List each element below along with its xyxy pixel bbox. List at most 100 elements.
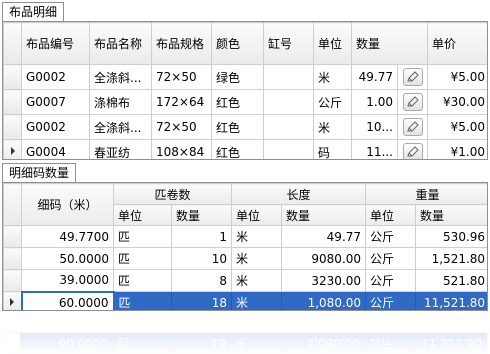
cell-color[interactable]: 红色: [211, 89, 264, 115]
cell-color[interactable]: 红色: [211, 139, 264, 159]
cell-length-qty[interactable]: 1,080.00: [281, 291, 367, 310]
cell-unit-price[interactable]: ¥1.00: [427, 139, 487, 159]
cell-length-unit[interactable]: 米: [231, 247, 283, 270]
cell-vat-number[interactable]: [263, 139, 314, 159]
detail-code-row[interactable]: 60.0000 匹 18 米 1,080.00 公斤 11,521.80: [3, 290, 487, 310]
cell-code-meters[interactable]: 50.0000: [21, 247, 114, 270]
row-indicator[interactable]: [3, 291, 22, 310]
fabric-row[interactable]: G0007 涤棉布 172×64 红色 公斤 1.00 ¥30.00: [3, 89, 487, 115]
cell-quantity[interactable]: 49.77: [351, 64, 398, 90]
header-weight[interactable]: 重量: [365, 183, 487, 205]
cell-fabric-code[interactable]: G0002: [21, 114, 90, 140]
cell-length-unit[interactable]: 米: [231, 225, 283, 248]
cell-color[interactable]: 红色: [211, 114, 264, 140]
row-indicator[interactable]: [3, 139, 22, 159]
cell-fabric-spec[interactable]: 172×64: [151, 89, 212, 115]
cell-length-unit[interactable]: 米: [231, 291, 283, 310]
cell-length-qty[interactable]: 3230.00: [281, 269, 367, 292]
header-vat-number[interactable]: 缸号: [263, 22, 314, 65]
header-rolls-qty[interactable]: 数量: [170, 204, 233, 226]
edit-quantity-button[interactable]: [402, 143, 423, 159]
cell-roll-qty[interactable]: 8: [170, 269, 233, 292]
cell-weight-qty[interactable]: 530.96: [415, 225, 487, 248]
row-indicator[interactable]: [3, 269, 22, 292]
cell-unit-price[interactable]: ¥5.00: [427, 64, 487, 90]
cell-code-meters[interactable]: 49.7700: [21, 225, 114, 248]
cell-fabric-code[interactable]: G0004: [21, 139, 90, 159]
row-indicator[interactable]: [3, 89, 22, 115]
cell-fabric-spec[interactable]: 108×84: [151, 139, 212, 159]
header-fabric-spec[interactable]: 布品规格: [151, 22, 212, 65]
row-indicator[interactable]: [3, 225, 22, 248]
header-length-qty[interactable]: 数量: [281, 204, 367, 226]
cell-unit-price[interactable]: ¥30.00: [427, 89, 487, 115]
detail-code-row[interactable]: 50.0000 匹 10 米 9080.00 公斤 1,521.80: [3, 247, 487, 270]
header-weight-unit[interactable]: 单位: [365, 204, 417, 226]
cell-fabric-code[interactable]: G0007: [21, 89, 90, 115]
tab-fabric-detail[interactable]: 布品明细: [2, 2, 64, 22]
cell-fabric-code[interactable]: G0002: [21, 64, 90, 90]
cell-fabric-name[interactable]: 春亚纺: [89, 139, 152, 159]
header-weight-qty[interactable]: 数量: [415, 204, 487, 226]
cell-fabric-spec[interactable]: 72×50: [151, 114, 212, 140]
cell-fabric-name[interactable]: 全涤斜...: [89, 64, 152, 90]
cell-roll-qty[interactable]: 10: [170, 247, 233, 270]
tab-detail-code-quantity[interactable]: 明细码数量: [2, 163, 76, 183]
detail-code-row[interactable]: 39.0000 匹 8 米 3230.00 公斤 521.80: [3, 269, 487, 292]
cell-roll-qty[interactable]: 18: [170, 291, 233, 310]
cell-roll-unit[interactable]: 匹: [113, 247, 172, 270]
cell-roll-unit[interactable]: 匹: [113, 291, 172, 310]
cell-quantity[interactable]: 10...: [351, 114, 398, 140]
cell-quantity[interactable]: 1.00: [351, 89, 398, 115]
cell-fabric-spec[interactable]: 72×50: [151, 64, 212, 90]
edit-quantity-button[interactable]: [402, 118, 423, 136]
header-length[interactable]: 长度: [231, 183, 367, 205]
cell-unit[interactable]: 码: [313, 139, 352, 159]
cell-weight-qty[interactable]: 521.80: [415, 269, 487, 292]
cell-weight-qty[interactable]: 1,521.80: [415, 247, 487, 270]
cell-vat-number[interactable]: [263, 64, 314, 90]
cell-length-qty[interactable]: 9080.00: [281, 247, 367, 270]
cell-fabric-name[interactable]: 涤棉布: [89, 89, 152, 115]
row-indicator[interactable]: [3, 114, 22, 140]
cell-fabric-name[interactable]: 全涤斜...: [89, 114, 152, 140]
edit-quantity-button[interactable]: [402, 68, 423, 86]
cell-weight-unit[interactable]: 公斤: [365, 247, 417, 270]
header-unit-price[interactable]: 单价: [427, 22, 487, 65]
header-rolls-unit[interactable]: 单位: [113, 204, 172, 226]
cell-color[interactable]: 绿色: [211, 64, 264, 90]
cell-code-meters[interactable]: 39.0000: [21, 269, 114, 292]
cell-unit[interactable]: 公斤: [313, 89, 352, 115]
header-quantity[interactable]: 数量: [350, 22, 429, 65]
header-unit[interactable]: 单位: [313, 22, 352, 65]
detail-code-row[interactable]: 49.7700 匹 1 米 49.77 公斤 530.96: [3, 225, 487, 248]
cell-weight-unit[interactable]: 公斤: [365, 291, 417, 310]
fabric-row[interactable]: G0002 全涤斜... 72×50 绿色 米 49.77 ¥5.00: [3, 64, 487, 90]
cell-unit-price[interactable]: ¥5.00: [427, 114, 487, 140]
header-rolls[interactable]: 匹卷数: [112, 183, 233, 205]
cell-vat-number[interactable]: [263, 89, 314, 115]
cell-length-qty[interactable]: 49.77: [281, 225, 367, 248]
cell-length-unit[interactable]: 米: [231, 269, 283, 292]
row-indicator[interactable]: [3, 247, 22, 270]
cell-roll-qty[interactable]: 1: [170, 225, 233, 248]
edit-quantity-button[interactable]: [402, 93, 423, 111]
cell-code-meters[interactable]: 60.0000: [20, 290, 115, 310]
cell-weight-unit[interactable]: 公斤: [365, 269, 417, 292]
header-length-unit[interactable]: 单位: [231, 204, 283, 226]
cell-unit[interactable]: 米: [313, 114, 352, 140]
cell-weight-unit[interactable]: 公斤: [365, 225, 417, 248]
row-indicator[interactable]: [3, 64, 22, 90]
fabric-row[interactable]: G0004 春亚纺 108×84 红色 码 11... ¥1.00: [3, 139, 487, 159]
header-fabric-code[interactable]: 布品编号: [21, 22, 90, 65]
cell-unit[interactable]: 米: [313, 64, 352, 90]
cell-quantity[interactable]: 11...: [351, 139, 398, 159]
header-code-meters[interactable]: 细码（米）: [21, 183, 114, 226]
cell-vat-number[interactable]: [263, 114, 314, 140]
cell-roll-unit[interactable]: 匹: [113, 225, 172, 248]
cell-roll-unit[interactable]: 匹: [113, 269, 172, 292]
cell-weight-qty[interactable]: 11,521.80: [415, 291, 487, 310]
fabric-row[interactable]: G0002 全涤斜... 72×50 红色 米 10... ¥5.00: [3, 114, 487, 140]
header-fabric-name[interactable]: 布品名称: [89, 22, 152, 65]
header-color[interactable]: 颜色: [211, 22, 264, 65]
